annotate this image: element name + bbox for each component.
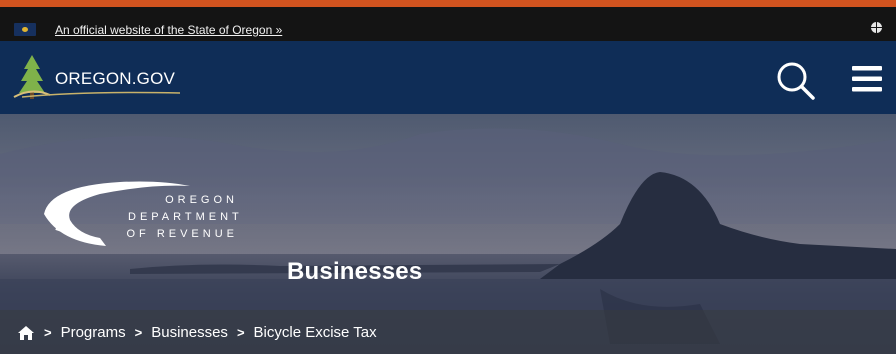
page-title: Businesses xyxy=(287,258,423,285)
department-name-line2: DEPARTMENT xyxy=(128,211,243,223)
oregon-gov-logo[interactable]: OREGON.GOV xyxy=(12,51,182,103)
logo-underline xyxy=(22,91,181,98)
breadcrumb-current-page: Bicycle Excise Tax xyxy=(253,324,377,341)
breadcrumb-programs[interactable]: Programs xyxy=(61,324,126,341)
breadcrumb: > Programs > Businesses > Bicycle Excise… xyxy=(0,310,896,354)
globe-icon[interactable] xyxy=(871,22,882,33)
home-icon[interactable] xyxy=(17,325,35,341)
breadcrumb-separator: > xyxy=(134,325,143,340)
department-name-line1: OREGON xyxy=(165,194,238,206)
breadcrumb-businesses[interactable]: Businesses xyxy=(151,324,228,341)
oregon-flag-icon xyxy=(14,23,36,36)
top-accent-bar xyxy=(0,0,896,7)
menu-button[interactable] xyxy=(846,61,886,97)
breadcrumb-separator: > xyxy=(236,325,245,340)
official-site-link[interactable]: An official website of the State of Oreg… xyxy=(55,23,282,37)
search-button[interactable] xyxy=(772,57,818,103)
official-site-banner: An official website of the State of Oreg… xyxy=(0,7,896,41)
oregon-gov-wordmark: OREGON.GOV xyxy=(55,69,176,88)
search-icon xyxy=(777,62,815,100)
site-header: OREGON.GOV xyxy=(0,41,896,114)
breadcrumb-separator: > xyxy=(44,325,52,340)
department-name-line3: OF REVENUE xyxy=(126,228,238,240)
hamburger-menu-icon xyxy=(852,66,882,92)
hero-banner: OREGON DEPARTMENT OF REVENUE Businesses … xyxy=(0,114,896,354)
